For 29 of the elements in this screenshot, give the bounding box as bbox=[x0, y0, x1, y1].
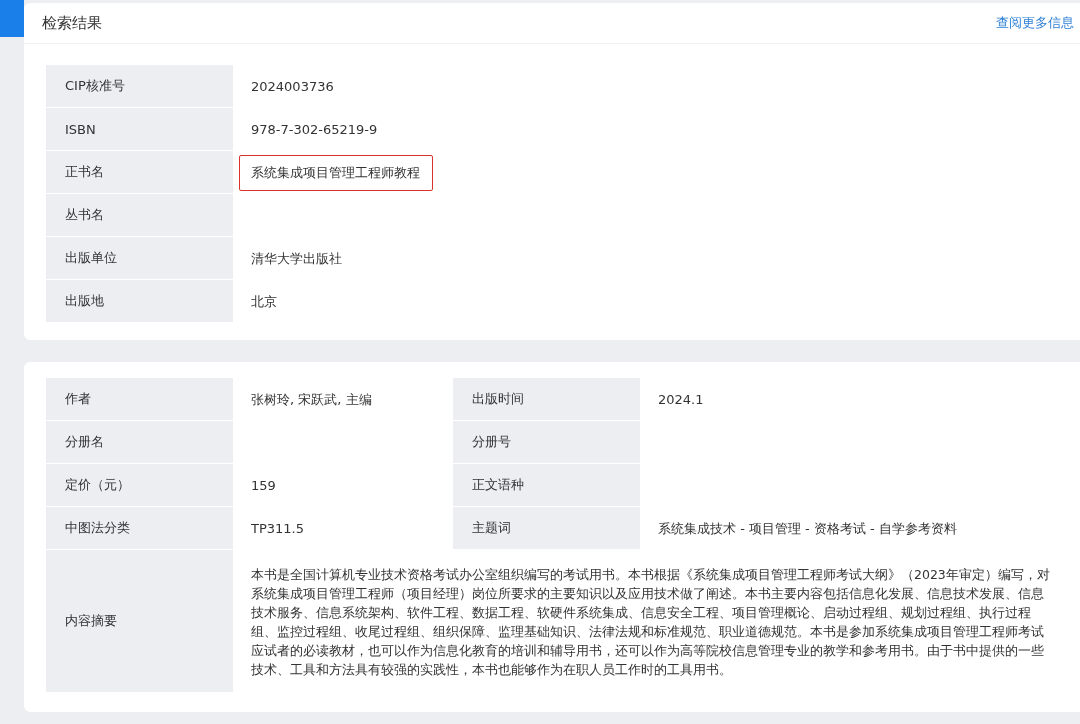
field-label: 作者 bbox=[46, 378, 233, 421]
field-label: 内容摘要 bbox=[46, 550, 233, 693]
field-value: 北京 bbox=[250, 292, 278, 311]
field-label: ISBN bbox=[46, 108, 233, 151]
sidebar-edge bbox=[0, 0, 24, 37]
field-label: 分册号 bbox=[453, 421, 640, 464]
summary-text: 本书是全国计算机专业技术资格考试办公室组织编写的考试用书。本书根据《系统集成项目管理工程师考试大纲》（2023年审定）编写，对系统集成项目管理工程师（项目经理）岗位所要求的主要知识以及应用技术做了阐述。本书主要内容包括信息化发展、信息技术发展、信息技术服务、信息系统架构、软件工程、数据工程、软硬件系统集成、信息安全工程、项目管理概论、启动过程组、规划过程组、执行过程组、监控过程组、收尾过程组、组织保障、监理基础知识、法律法规和标准规范、职业道德规范。本书是参加系统集成项目管理工程师考试应试者的必读教材，也可以作为信息化教育的培训和辅导用书，还可以作为高等院校信息管理专业的教学和参考用书。由于书中提供的一些技术、工具和方法具有较强的实践性，本书也能够作为在职人员工作时的工具用书。 bbox=[251, 565, 1050, 679]
section-title: 检索结果 bbox=[42, 13, 102, 33]
field-value: TP311.5 bbox=[251, 521, 304, 536]
field-value: 系统集成技术 - 项目管理 - 资格考试 - 自学参考资料 bbox=[658, 519, 957, 538]
field-label: 中图法分类 bbox=[46, 507, 233, 550]
more-info-link[interactable]: 查阅更多信息 bbox=[996, 14, 1074, 32]
field-label: CIP核准号 bbox=[46, 65, 233, 108]
field-value: 978-7-302-65219-9 bbox=[250, 121, 379, 139]
field-label: 正文语种 bbox=[453, 464, 640, 507]
field-label: 定价（元） bbox=[46, 464, 233, 507]
field-label: 丛书名 bbox=[46, 194, 233, 237]
field-label: 分册名 bbox=[46, 421, 233, 464]
field-value: 2024003736 bbox=[250, 78, 335, 96]
field-value: 2024.1 bbox=[658, 392, 704, 407]
field-value: 清华大学出版社 bbox=[250, 249, 343, 268]
field-label: 出版地 bbox=[46, 280, 233, 323]
field-label: 出版时间 bbox=[453, 378, 640, 421]
field-label: 主题词 bbox=[453, 507, 640, 550]
highlighted-value: 系统集成项目管理工程师教程 bbox=[239, 154, 433, 191]
field-value: 159 bbox=[251, 478, 276, 493]
field-label: 正书名 bbox=[46, 151, 233, 194]
field-value: 张树玲, 宋跃武, 主编 bbox=[251, 390, 372, 409]
field-label: 出版单位 bbox=[46, 237, 233, 280]
